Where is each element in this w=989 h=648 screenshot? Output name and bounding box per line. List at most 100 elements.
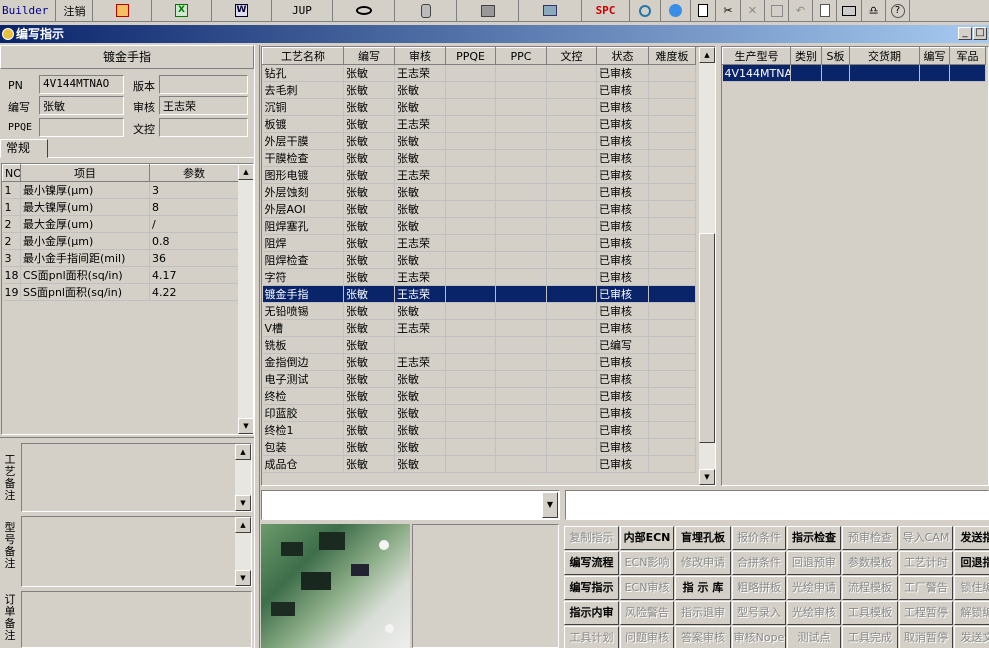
model-header-2[interactable]: S板 bbox=[821, 47, 850, 65]
scroll-down-icon[interactable]: ▼ bbox=[238, 418, 253, 434]
param-header-1[interactable]: 项目 bbox=[20, 164, 150, 182]
action-button[interactable]: 型号录入 bbox=[732, 601, 786, 625]
action-button[interactable]: 预审检查 bbox=[842, 526, 898, 550]
splitter[interactable] bbox=[254, 45, 260, 648]
process-row[interactable]: 无铅喷锡 张敏 张敏 已审核 bbox=[262, 302, 696, 320]
scroll-down-icon[interactable]: ▼ bbox=[235, 570, 251, 586]
process-header-4[interactable]: PPC bbox=[495, 47, 547, 65]
process-header-7[interactable]: 难度板 bbox=[648, 47, 696, 65]
params-scrollbar[interactable]: ▲ ▼ bbox=[238, 164, 253, 434]
process-row[interactable]: 钻孔 张敏 王志荣 已审核 bbox=[262, 64, 696, 82]
param-row[interactable]: 19 SS面pnl面积(sq/in) 4.22 bbox=[2, 283, 239, 301]
process-header-0[interactable]: 工艺名称 bbox=[262, 47, 344, 65]
computer-icon[interactable] bbox=[519, 0, 582, 21]
model-header-3[interactable]: 交货期 bbox=[849, 47, 920, 65]
action-button[interactable]: 参数模板 bbox=[842, 551, 898, 575]
process-header-1[interactable]: 编写 bbox=[343, 47, 395, 65]
action-button[interactable]: 指示检查 bbox=[787, 526, 841, 550]
new-document-icon[interactable] bbox=[691, 0, 716, 21]
powerpoint-icon[interactable] bbox=[93, 0, 152, 21]
action-button[interactable]: 回退指 bbox=[954, 551, 989, 575]
scroll-down-icon[interactable]: ▼ bbox=[699, 469, 715, 485]
process-row[interactable]: 去毛刺 张敏 张敏 已审核 bbox=[262, 81, 696, 99]
spc-button[interactable]: SPC bbox=[582, 0, 630, 21]
process-row[interactable]: 阻焊 张敏 王志荣 已审核 bbox=[262, 234, 696, 252]
scroll-down-icon[interactable]: ▼ bbox=[235, 495, 251, 511]
model-header-0[interactable]: 生产型号 bbox=[722, 47, 791, 65]
action-button[interactable]: 风险警告 bbox=[620, 601, 674, 625]
action-button[interactable]: 回退预审 bbox=[787, 551, 841, 575]
process-header-6[interactable]: 状态 bbox=[596, 47, 649, 65]
action-button[interactable]: 盲埋孔板 bbox=[675, 526, 731, 550]
action-button[interactable]: 工具完成 bbox=[842, 626, 898, 648]
undo-icon[interactable]: ↶ bbox=[789, 0, 813, 21]
word-icon[interactable]: W bbox=[212, 0, 272, 21]
action-button[interactable]: 问题审核 bbox=[620, 626, 674, 648]
action-button[interactable]: 测试点 bbox=[787, 626, 841, 648]
process-row[interactable]: 电子测试 张敏 张敏 已审核 bbox=[262, 370, 696, 388]
jup-button[interactable]: JUP bbox=[272, 0, 333, 21]
param-row[interactable]: 1 最小镍厚(μm) 3 bbox=[2, 181, 239, 199]
action-button[interactable]: 光绘审核 bbox=[787, 601, 841, 625]
process-scrollbar[interactable]: ▲ ▼ bbox=[699, 47, 715, 485]
builder-menu[interactable]: Builder bbox=[0, 0, 56, 21]
refresh-icon[interactable] bbox=[630, 0, 661, 21]
minimize-button[interactable]: _ bbox=[958, 27, 972, 40]
help-icon[interactable]: ? bbox=[886, 0, 910, 21]
action-button[interactable]: 工具模板 bbox=[842, 601, 898, 625]
process-row[interactable]: 镀金手指 张敏 王志荣 已审核 bbox=[262, 285, 696, 303]
param-row[interactable]: 18 CS面pnl面积(sq/in) 4.17 bbox=[2, 266, 239, 284]
process-row[interactable]: 外层蚀刻 张敏 张敏 已审核 bbox=[262, 183, 696, 201]
action-button[interactable]: 取消暂停 bbox=[899, 626, 953, 648]
action-button[interactable]: 粗略拼板 bbox=[732, 576, 786, 600]
params-grid[interactable]: NO 项目 参数 1 最小镍厚(μm) 3 1 最大镍厚(um) 8 2 最大金厚(um)/2 最小… bbox=[1, 163, 254, 435]
ppqe-field[interactable] bbox=[39, 118, 124, 137]
action-button[interactable]: 发送指 bbox=[954, 526, 989, 550]
writer-field[interactable]: 张敏 bbox=[39, 96, 124, 115]
doc-control-field[interactable] bbox=[159, 118, 248, 137]
version-field[interactable] bbox=[159, 75, 248, 94]
print-preview-icon[interactable] bbox=[813, 0, 837, 21]
process-row[interactable]: 终检1 张敏 张敏 已审核 bbox=[262, 421, 696, 439]
process-row[interactable]: 沉铜 张敏 张敏 已审核 bbox=[262, 98, 696, 116]
action-button[interactable]: 内部ECN bbox=[620, 526, 674, 550]
action-button[interactable]: 工程暂停 bbox=[899, 601, 953, 625]
action-button[interactable]: 编写指示 bbox=[564, 576, 619, 600]
network-icon[interactable] bbox=[457, 0, 519, 21]
process-row[interactable]: 外层干膜 张敏 张敏 已审核 bbox=[262, 132, 696, 150]
param-row[interactable]: 2 最小金厚(μm) 0.8 bbox=[2, 232, 239, 250]
process-row[interactable]: 金指倒边 张敏 王志荣 已审核 bbox=[262, 353, 696, 371]
action-button[interactable]: 指示退审 bbox=[675, 601, 731, 625]
action-button[interactable]: 合拼条件 bbox=[732, 551, 786, 575]
param-row[interactable]: 1 最大镍厚(um) 8 bbox=[2, 198, 239, 216]
find-icon[interactable]: ♎ bbox=[862, 0, 886, 21]
save-icon[interactable] bbox=[765, 0, 789, 21]
action-button[interactable]: 工具计划 bbox=[564, 626, 619, 648]
excel-icon[interactable]: X bbox=[152, 0, 212, 21]
scroll-up-icon[interactable]: ▲ bbox=[235, 517, 251, 533]
action-button[interactable]: 修改申请 bbox=[675, 551, 731, 575]
model-grid[interactable]: 生产型号类别S板交货期编写军品 4V144MTNAO bbox=[721, 46, 989, 486]
eye-icon[interactable] bbox=[333, 0, 395, 21]
scroll-thumb[interactable] bbox=[699, 233, 715, 443]
command-input[interactable] bbox=[565, 490, 989, 520]
action-button[interactable]: 锁住编 bbox=[954, 576, 989, 600]
action-button[interactable]: 发送文 bbox=[954, 626, 989, 648]
process-row[interactable]: 印蓝胶 张敏 张敏 已审核 bbox=[262, 404, 696, 422]
param-header-0[interactable]: NO bbox=[2, 164, 21, 182]
cut-icon[interactable]: ✂ bbox=[716, 0, 741, 21]
action-button[interactable]: ECN审核 bbox=[620, 576, 674, 600]
process-header-5[interactable]: 文控 bbox=[546, 47, 597, 65]
process-row[interactable]: 成品仓 张敏 张敏 已审核 bbox=[262, 455, 696, 473]
model-row[interactable]: 4V144MTNAO bbox=[722, 64, 986, 82]
process-header-2[interactable]: 审核 bbox=[394, 47, 446, 65]
process-row[interactable]: V槽 张敏 王志荣 已审核 bbox=[262, 319, 696, 337]
process-row[interactable]: 图形电镀 张敏 王志荣 已审核 bbox=[262, 166, 696, 184]
action-button[interactable]: 复制指示 bbox=[564, 526, 619, 550]
param-row[interactable]: 2 最大金厚(um) / bbox=[2, 215, 239, 233]
process-row[interactable]: 终检 张敏 张敏 已审核 bbox=[262, 387, 696, 405]
process-header-3[interactable]: PPQE bbox=[445, 47, 496, 65]
chevron-down-icon[interactable]: ▼ bbox=[542, 492, 558, 518]
action-button[interactable]: 解锁编 bbox=[954, 601, 989, 625]
logout-button[interactable]: 注销 bbox=[57, 0, 93, 21]
